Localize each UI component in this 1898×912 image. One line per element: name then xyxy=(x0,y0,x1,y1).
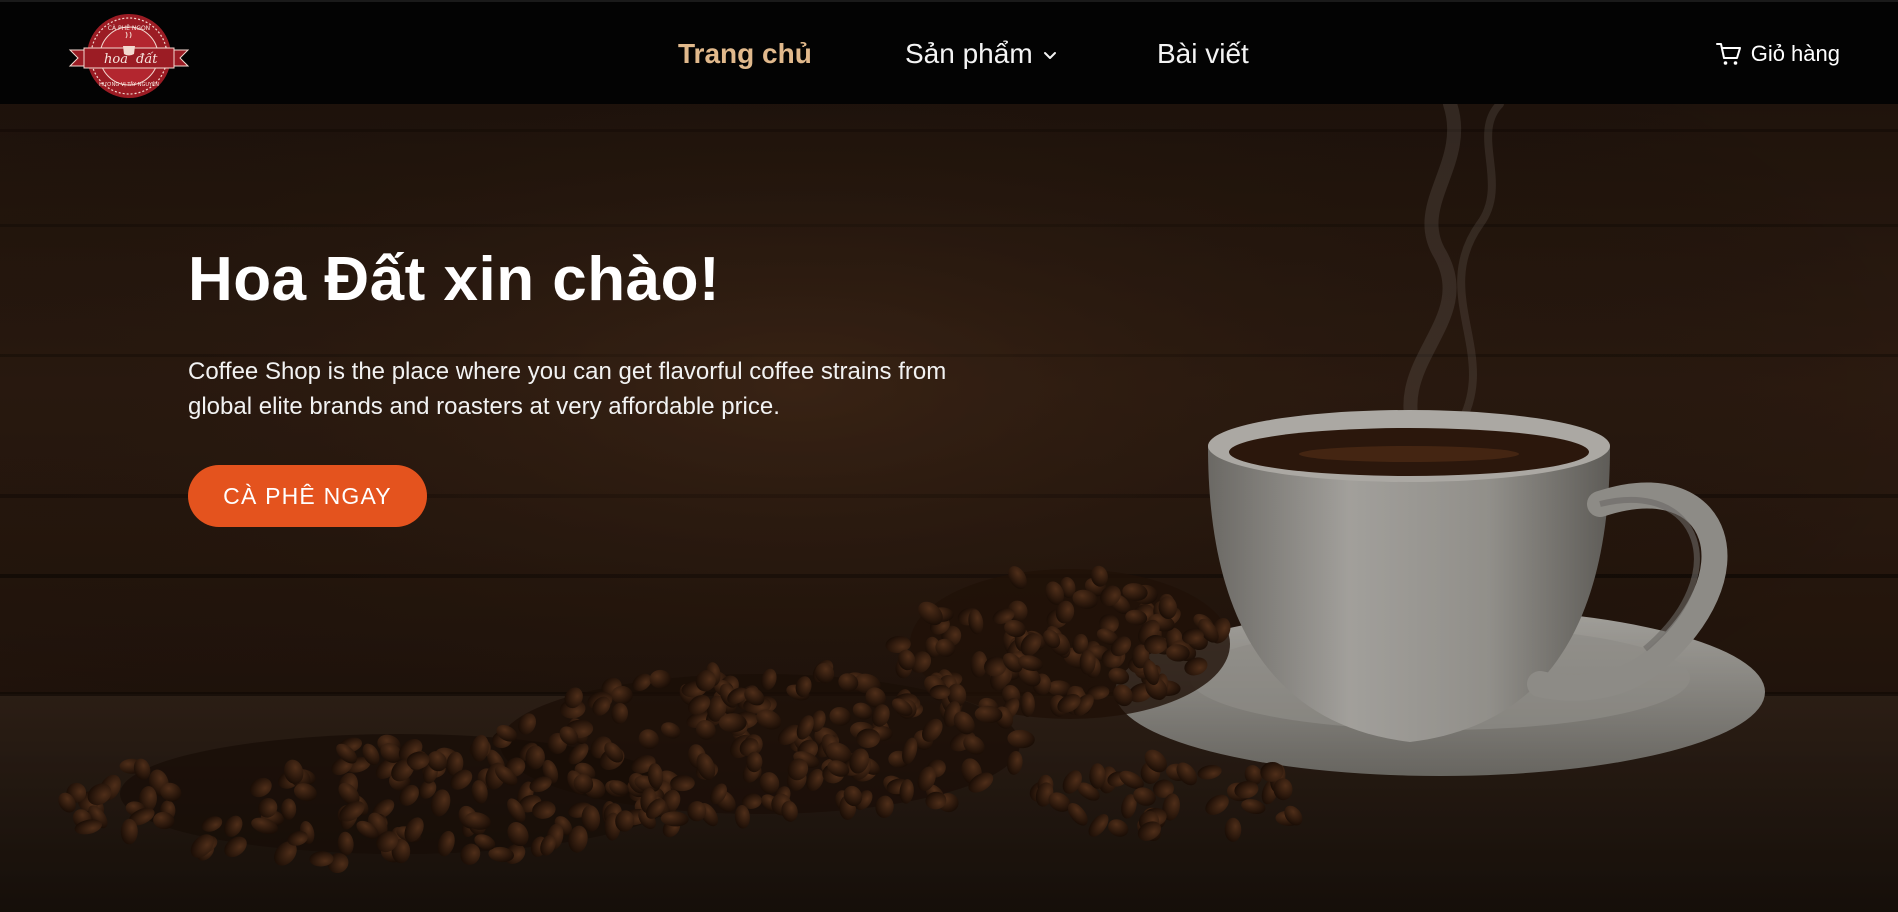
nav-item-home[interactable]: Trang chủ xyxy=(678,38,812,70)
order-coffee-button[interactable]: CÀ PHÊ NGAY xyxy=(188,465,427,527)
hero-title: Hoa Đất xin chào! xyxy=(188,245,721,314)
cart-label: Giỏ hàng xyxy=(1750,41,1840,66)
main-navigation: Trang chủ Sản phẩm Bài viết xyxy=(0,2,1898,106)
nav-item-products-label: Sản phẩm xyxy=(905,38,1033,69)
cart-link[interactable]: Giỏ hàng xyxy=(1715,40,1840,68)
nav-item-posts[interactable]: Bài viết xyxy=(1157,38,1249,70)
nav-item-products[interactable]: Sản phẩm xyxy=(905,38,1059,70)
hero-description: Coffee Shop is the place where you can g… xyxy=(188,358,947,420)
chevron-down-icon xyxy=(1043,51,1056,59)
cart-icon xyxy=(1715,43,1741,65)
top-navbar: hoa đất CÀ PHÊ NGON HƯƠNG VỊ TÂY NGUYÊN … xyxy=(0,0,1898,104)
hero-section: Hoa Đất xin chào! Coffee Shop is the pla… xyxy=(0,104,1898,912)
